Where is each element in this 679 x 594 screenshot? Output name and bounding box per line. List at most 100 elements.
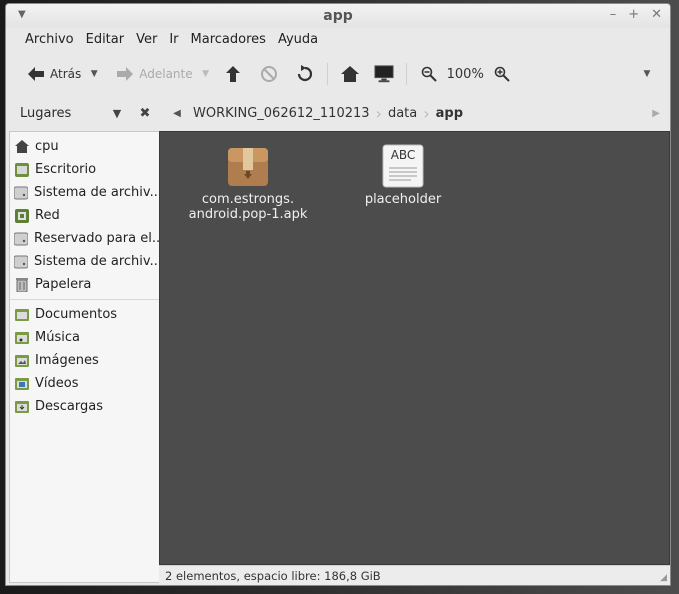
forward-history-dropdown-icon[interactable]: ▼: [197, 69, 215, 79]
stop-button[interactable]: [255, 60, 283, 88]
sidebar-item-label: Papelera: [35, 277, 92, 292]
back-history-dropdown-icon[interactable]: ▼: [85, 69, 103, 79]
videos-folder-icon: [14, 376, 29, 391]
crumb-working[interactable]: WORKING_062612_110213: [187, 106, 376, 121]
drive-icon: [14, 231, 28, 246]
menu-marcadores[interactable]: Marcadores: [185, 30, 272, 52]
sidebar-item-musica[interactable]: Música: [10, 326, 159, 349]
side-pane-header: Lugares ▼ ✖: [6, 98, 159, 128]
sidebar-item-reserved[interactable]: Reservado para el...: [10, 227, 159, 250]
sidebar-item-red[interactable]: Red: [10, 204, 159, 227]
reload-button[interactable]: [291, 60, 319, 88]
package-icon: [226, 144, 270, 188]
maximize-icon[interactable]: +: [628, 7, 639, 22]
path-scroll-left-icon[interactable]: ◀: [167, 108, 187, 119]
places-sidebar: cpu Escritorio Sistema de archiv... Red …: [9, 131, 159, 583]
stop-icon: [259, 64, 279, 84]
crumb-data[interactable]: data: [382, 106, 423, 121]
sidebar-item-label: Red: [35, 208, 60, 223]
up-button[interactable]: [219, 60, 247, 88]
text-file-icon: ABC: [381, 144, 425, 188]
status-bar: 2 elementos, espacio libre: 186,8 GiB ◢: [159, 565, 670, 585]
downloads-folder-icon: [14, 399, 29, 414]
sidebar-divider: [10, 299, 159, 300]
forward-arrow-icon: [115, 64, 135, 84]
back-button[interactable]: Atrás: [22, 60, 85, 88]
toolbar-separator: [326, 63, 328, 85]
minimize-icon[interactable]: –: [610, 7, 617, 22]
sidebar-item-cpu[interactable]: cpu: [10, 135, 159, 158]
sidebar-item-label: Música: [35, 330, 80, 345]
sidebar-item-videos[interactable]: Vídeos: [10, 372, 159, 395]
home-icon: [14, 139, 29, 154]
close-icon[interactable]: ✕: [651, 7, 662, 22]
zoom-in-icon: [492, 64, 512, 84]
side-pane-close-icon[interactable]: ✖: [131, 106, 159, 121]
drive-icon: [14, 254, 28, 269]
forward-label: Adelante: [139, 67, 193, 81]
toolbar-separator: [405, 63, 407, 85]
sidebar-item-label: Documentos: [35, 307, 118, 322]
menu-bar: Archivo Editar Ver Ir Marcadores Ayuda: [6, 30, 670, 52]
path-scroll-right-icon[interactable]: ▶: [652, 108, 660, 119]
sidebar-item-papelera[interactable]: Papelera: [10, 273, 159, 296]
back-label: Atrás: [50, 67, 82, 81]
file-icon-text: ABC: [390, 148, 416, 162]
file-manager-window: ▼ app – + ✕ Archivo Editar Ver Ir Marcad…: [5, 3, 671, 586]
sidebar-item-label: Reservado para el...: [34, 231, 159, 246]
file-view[interactable]: com.estrongs. android.pop-1.apk ABC plac…: [159, 131, 670, 565]
back-arrow-icon: [26, 64, 46, 84]
pictures-folder-icon: [14, 353, 29, 368]
sidebar-item-label: Sistema de archiv...: [34, 185, 159, 200]
sidebar-item-descargas[interactable]: Descargas: [10, 395, 159, 418]
home-icon: [340, 64, 360, 84]
sidebar-item-label: cpu: [35, 139, 59, 154]
file-name-line2: android.pop-1.apk: [188, 207, 308, 222]
file-item-placeholder[interactable]: ABC placeholder: [338, 144, 468, 207]
zoom-out-icon: [419, 64, 439, 84]
side-pane-dropdown-icon[interactable]: ▼: [103, 107, 131, 120]
resize-grip-icon[interactable]: ◢: [660, 573, 667, 583]
title-bar[interactable]: ▼ app – + ✕: [6, 4, 670, 28]
sidebar-item-label: Descargas: [35, 399, 104, 414]
window-title: app: [323, 8, 353, 24]
side-pane-title[interactable]: Lugares: [20, 106, 103, 121]
file-name-line1: placeholder: [364, 192, 442, 207]
sidebar-item-documentos[interactable]: Documentos: [10, 303, 159, 326]
drive-icon: [14, 185, 28, 200]
computer-monitor-icon: [374, 64, 394, 84]
path-bar: ◀ WORKING_062612_110213 › data › app ▶: [159, 98, 670, 128]
sidebar-item-label: Vídeos: [35, 376, 79, 391]
music-folder-icon: [14, 330, 29, 345]
menu-ir[interactable]: Ir: [163, 30, 184, 52]
sidebar-item-escritorio[interactable]: Escritorio: [10, 158, 159, 181]
status-text: 2 elementos, espacio libre: 186,8 GiB: [165, 569, 381, 583]
home-button[interactable]: [336, 60, 364, 88]
trash-icon: [14, 277, 29, 292]
network-icon: [14, 208, 29, 223]
menu-ver[interactable]: Ver: [130, 30, 163, 52]
forward-button[interactable]: Adelante: [111, 60, 196, 88]
sidebar-item-imagenes[interactable]: Imágenes: [10, 349, 159, 372]
toolbar: Atrás ▼ Adelante ▼ 100% ▼: [6, 56, 670, 92]
file-item-apk[interactable]: com.estrongs. android.pop-1.apk: [183, 144, 313, 222]
sidebar-item-label: Sistema de archiv...: [34, 254, 159, 269]
menu-editar[interactable]: Editar: [80, 30, 131, 52]
toolbar-overflow-icon[interactable]: ▼: [638, 69, 656, 79]
reload-icon: [295, 64, 315, 84]
folder-icon: [14, 307, 29, 322]
sidebar-item-label: Imágenes: [35, 353, 99, 368]
menu-archivo[interactable]: Archivo: [19, 30, 80, 52]
desktop-icon: [14, 162, 29, 177]
sidebar-item-filesystem[interactable]: Sistema de archiv...: [10, 181, 159, 204]
up-arrow-icon: [223, 64, 243, 84]
zoom-level: 100%: [446, 66, 484, 82]
sidebar-item-label: Escritorio: [35, 162, 97, 177]
zoom-in-button[interactable]: [488, 60, 516, 88]
crumb-app[interactable]: app: [430, 106, 469, 121]
menu-ayuda[interactable]: Ayuda: [272, 30, 324, 52]
zoom-out-button[interactable]: [415, 60, 443, 88]
file-name-line1: com.estrongs.: [201, 192, 295, 207]
sidebar-item-filesystem-2[interactable]: Sistema de archiv...: [10, 250, 159, 273]
computer-button[interactable]: [370, 60, 398, 88]
